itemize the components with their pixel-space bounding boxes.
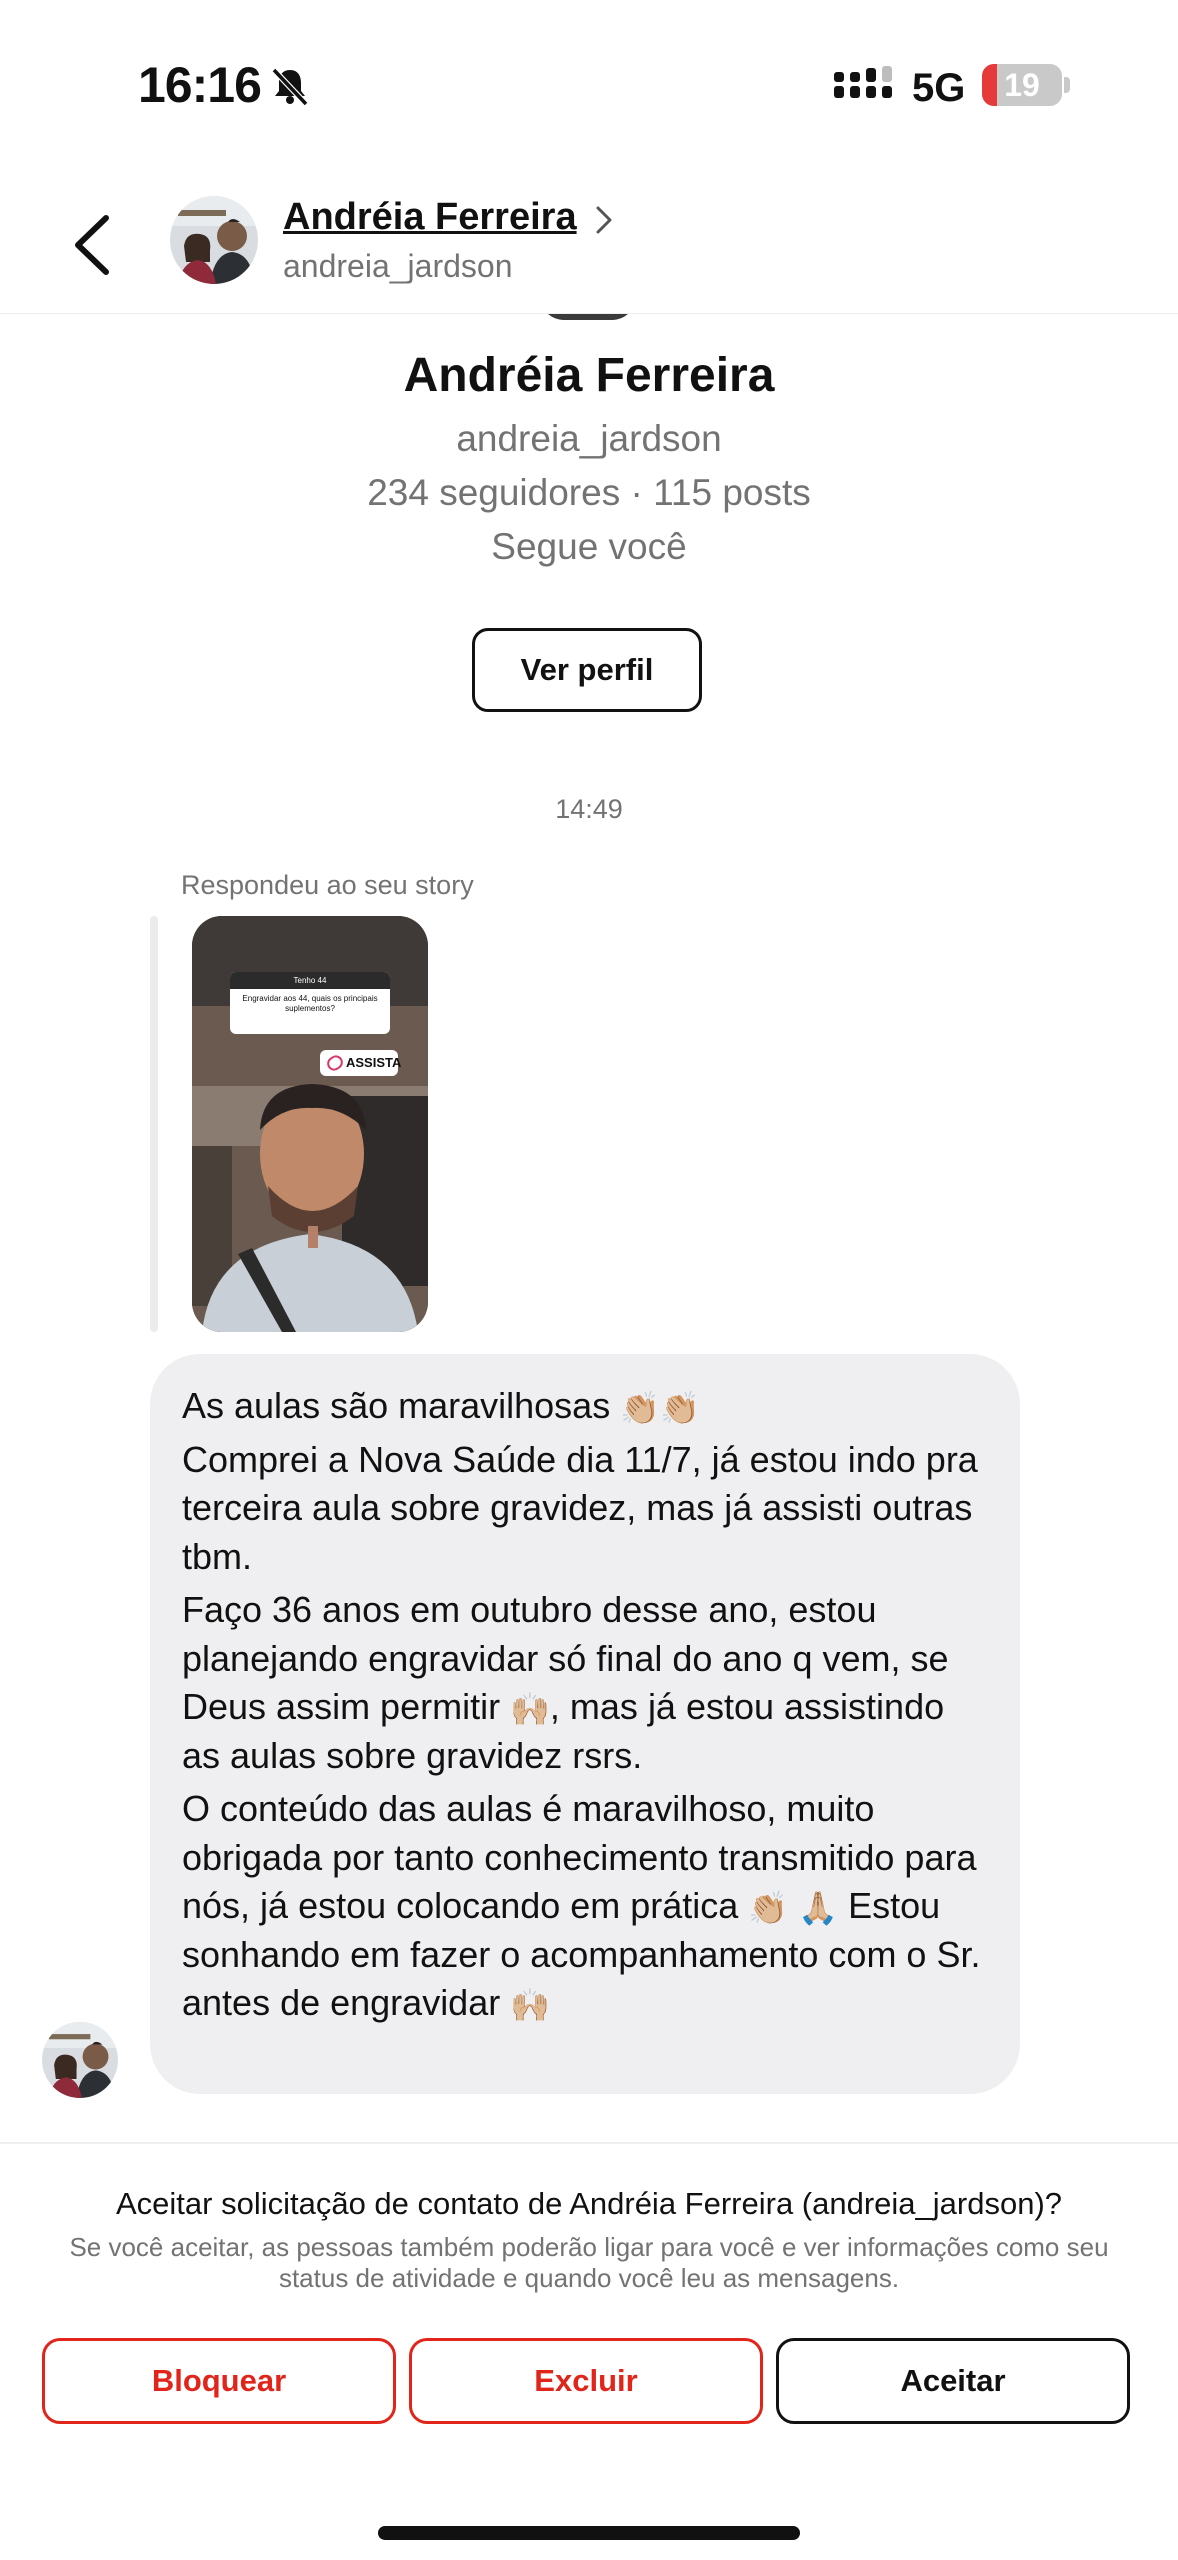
sender-avatar[interactable] (42, 2022, 118, 2098)
bell-slash-icon (271, 67, 309, 107)
chevron-right-icon[interactable] (592, 202, 616, 238)
folded-hands-emoji: 🙏🏼 (798, 1890, 839, 1927)
header-avatar[interactable] (170, 196, 258, 284)
reply-indicator-bar (150, 916, 158, 1332)
accept-button[interactable]: Aceitar (776, 2338, 1130, 2424)
clapping-hands-emoji: 👏🏼 (748, 1890, 789, 1927)
block-button[interactable]: Bloquear (42, 2338, 396, 2424)
profile-username: andreia_jardson (456, 418, 722, 459)
message-bubble[interactable]: As aulas são maravilhosas 👏🏼👏🏼 Comprei a… (150, 1354, 1020, 2094)
profile-stats: 234 seguidores · 115 posts (367, 472, 811, 513)
story-link-sticker: ASSISTA (320, 1050, 402, 1076)
back-arrow-icon[interactable] (66, 210, 122, 280)
request-question: Aceitar solicitação de contato de Andréi… (115, 2186, 1063, 2221)
message-text: As aulas são maravilhosas (182, 1385, 611, 1426)
divider (0, 2142, 1178, 2144)
message-paragraph: Faço 36 anos em outubro desse ano, estou… (182, 1586, 990, 1780)
delete-button[interactable]: Excluir (409, 2338, 763, 2424)
message-timestamp: 14:49 (555, 794, 623, 824)
header-name[interactable]: Andréia Ferreira (283, 196, 577, 239)
chat-header: Andréia Ferreira andreia_jardson (0, 170, 1178, 314)
battery-tip (1064, 77, 1070, 93)
request-info: Se você aceitar, as pessoas também poder… (69, 2232, 1109, 2293)
status-time: 16:16 (138, 57, 262, 113)
header-username: andreia_jardson (283, 248, 513, 284)
home-indicator[interactable] (378, 2526, 800, 2540)
message-paragraph: Comprei a Nova Saúde dia 11/7, já estou … (182, 1438, 978, 1577)
story-link-label: ASSISTA (346, 1055, 402, 1070)
message-paragraph: O conteúdo das aulas é maravilhoso, muit… (182, 1785, 990, 2028)
signal-icon (834, 66, 892, 98)
message-paragraph: As aulas são maravilhosas 👏🏼👏🏼 (182, 1382, 990, 1431)
raising-hands-emoji: 🙌🏼 (510, 1987, 551, 2024)
battery-percent: 19 (1004, 67, 1040, 103)
network-label: 5G (912, 66, 966, 110)
story-question-box: Tenho 44 Engravidar aos 44, quais os pri… (230, 972, 390, 1034)
raising-hands-emoji: 🙌🏼 (510, 1691, 550, 1728)
replied-to-story-label: Respondeu ao seu story (181, 870, 474, 900)
profile-name: Andréia Ferreira (403, 349, 775, 402)
link-icon (324, 1052, 346, 1074)
status-bar: 16:16 5G 19 (0, 0, 1178, 170)
story-thumbnail[interactable]: Tenho 44 Engravidar aos 44, quais os pri… (192, 916, 428, 1332)
clapping-hands-emoji: 👏🏼👏🏼 (620, 1390, 700, 1427)
story-question-header: Tenho 44 (230, 972, 390, 989)
story-question-text: Engravidar aos 44, quais os principais s… (242, 994, 378, 1013)
battery-icon: 19 (982, 64, 1062, 106)
follows-you-label: Segue você (491, 526, 687, 567)
view-profile-button[interactable]: Ver perfil (472, 628, 702, 712)
